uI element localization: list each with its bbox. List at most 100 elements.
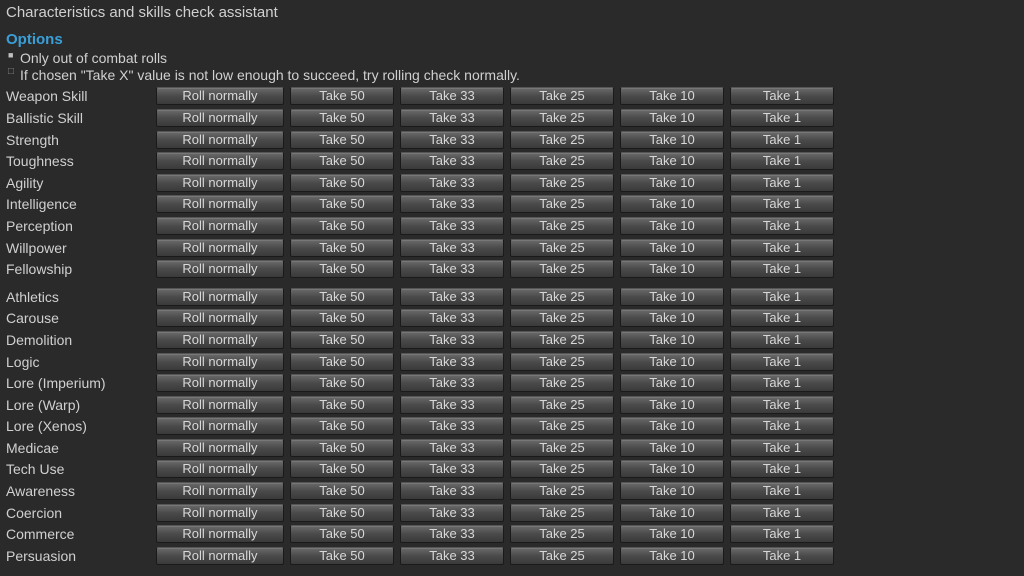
take-1-button[interactable]: Take 1: [730, 353, 834, 371]
take-10-button[interactable]: Take 10: [620, 174, 724, 192]
take-1-button[interactable]: Take 1: [730, 417, 834, 435]
roll-normally-button[interactable]: Roll normally: [156, 260, 284, 278]
take-1-button[interactable]: Take 1: [730, 288, 834, 306]
take-10-button[interactable]: Take 10: [620, 374, 724, 392]
take-25-button[interactable]: Take 25: [510, 353, 614, 371]
take-1-button[interactable]: Take 1: [730, 109, 834, 127]
take-33-button[interactable]: Take 33: [400, 239, 504, 257]
take-25-button[interactable]: Take 25: [510, 288, 614, 306]
take-33-button[interactable]: Take 33: [400, 525, 504, 543]
take-25-button[interactable]: Take 25: [510, 195, 614, 213]
take-1-button[interactable]: Take 1: [730, 482, 834, 500]
take-25-button[interactable]: Take 25: [510, 374, 614, 392]
take-33-button[interactable]: Take 33: [400, 460, 504, 478]
take-10-button[interactable]: Take 10: [620, 195, 724, 213]
take-1-button[interactable]: Take 1: [730, 87, 834, 105]
take-50-button[interactable]: Take 50: [290, 439, 394, 457]
take-10-button[interactable]: Take 10: [620, 353, 724, 371]
take-10-button[interactable]: Take 10: [620, 482, 724, 500]
take-10-button[interactable]: Take 10: [620, 87, 724, 105]
take-25-button[interactable]: Take 25: [510, 131, 614, 149]
take-25-button[interactable]: Take 25: [510, 239, 614, 257]
take-50-button[interactable]: Take 50: [290, 460, 394, 478]
take-50-button[interactable]: Take 50: [290, 195, 394, 213]
roll-normally-button[interactable]: Roll normally: [156, 417, 284, 435]
take-25-button[interactable]: Take 25: [510, 87, 614, 105]
take-25-button[interactable]: Take 25: [510, 417, 614, 435]
take-50-button[interactable]: Take 50: [290, 131, 394, 149]
take-10-button[interactable]: Take 10: [620, 525, 724, 543]
take-1-button[interactable]: Take 1: [730, 239, 834, 257]
take-1-button[interactable]: Take 1: [730, 439, 834, 457]
take-50-button[interactable]: Take 50: [290, 309, 394, 327]
take-33-button[interactable]: Take 33: [400, 152, 504, 170]
roll-normally-button[interactable]: Roll normally: [156, 309, 284, 327]
take-1-button[interactable]: Take 1: [730, 260, 834, 278]
take-50-button[interactable]: Take 50: [290, 288, 394, 306]
take-1-button[interactable]: Take 1: [730, 217, 834, 235]
take-25-button[interactable]: Take 25: [510, 547, 614, 565]
take-1-button[interactable]: Take 1: [730, 195, 834, 213]
take-10-button[interactable]: Take 10: [620, 217, 724, 235]
take-10-button[interactable]: Take 10: [620, 131, 724, 149]
roll-normally-button[interactable]: Roll normally: [156, 331, 284, 349]
take-33-button[interactable]: Take 33: [400, 504, 504, 522]
take-10-button[interactable]: Take 10: [620, 417, 724, 435]
take-33-button[interactable]: Take 33: [400, 417, 504, 435]
take-50-button[interactable]: Take 50: [290, 525, 394, 543]
take-1-button[interactable]: Take 1: [730, 547, 834, 565]
option-fallback-roll[interactable]: If chosen "Take X" value is not low enou…: [6, 67, 1018, 84]
take-10-button[interactable]: Take 10: [620, 547, 724, 565]
take-25-button[interactable]: Take 25: [510, 217, 614, 235]
take-50-button[interactable]: Take 50: [290, 217, 394, 235]
take-25-button[interactable]: Take 25: [510, 439, 614, 457]
option-only-out-of-combat[interactable]: Only out of combat rolls: [6, 50, 1018, 67]
roll-normally-button[interactable]: Roll normally: [156, 374, 284, 392]
take-10-button[interactable]: Take 10: [620, 109, 724, 127]
roll-normally-button[interactable]: Roll normally: [156, 131, 284, 149]
take-33-button[interactable]: Take 33: [400, 288, 504, 306]
take-50-button[interactable]: Take 50: [290, 504, 394, 522]
take-33-button[interactable]: Take 33: [400, 217, 504, 235]
take-50-button[interactable]: Take 50: [290, 353, 394, 371]
take-33-button[interactable]: Take 33: [400, 87, 504, 105]
take-25-button[interactable]: Take 25: [510, 260, 614, 278]
take-25-button[interactable]: Take 25: [510, 504, 614, 522]
roll-normally-button[interactable]: Roll normally: [156, 396, 284, 414]
take-33-button[interactable]: Take 33: [400, 109, 504, 127]
roll-normally-button[interactable]: Roll normally: [156, 353, 284, 371]
take-1-button[interactable]: Take 1: [730, 152, 834, 170]
roll-normally-button[interactable]: Roll normally: [156, 217, 284, 235]
take-50-button[interactable]: Take 50: [290, 417, 394, 435]
take-50-button[interactable]: Take 50: [290, 396, 394, 414]
take-1-button[interactable]: Take 1: [730, 131, 834, 149]
take-50-button[interactable]: Take 50: [290, 87, 394, 105]
roll-normally-button[interactable]: Roll normally: [156, 482, 284, 500]
take-25-button[interactable]: Take 25: [510, 331, 614, 349]
take-10-button[interactable]: Take 10: [620, 504, 724, 522]
take-1-button[interactable]: Take 1: [730, 396, 834, 414]
take-25-button[interactable]: Take 25: [510, 482, 614, 500]
roll-normally-button[interactable]: Roll normally: [156, 239, 284, 257]
take-25-button[interactable]: Take 25: [510, 525, 614, 543]
take-10-button[interactable]: Take 10: [620, 239, 724, 257]
roll-normally-button[interactable]: Roll normally: [156, 288, 284, 306]
take-10-button[interactable]: Take 10: [620, 460, 724, 478]
take-1-button[interactable]: Take 1: [730, 309, 834, 327]
take-1-button[interactable]: Take 1: [730, 374, 834, 392]
take-33-button[interactable]: Take 33: [400, 547, 504, 565]
take-1-button[interactable]: Take 1: [730, 460, 834, 478]
take-33-button[interactable]: Take 33: [400, 174, 504, 192]
take-33-button[interactable]: Take 33: [400, 374, 504, 392]
take-50-button[interactable]: Take 50: [290, 239, 394, 257]
roll-normally-button[interactable]: Roll normally: [156, 504, 284, 522]
take-10-button[interactable]: Take 10: [620, 309, 724, 327]
take-33-button[interactable]: Take 33: [400, 131, 504, 149]
take-10-button[interactable]: Take 10: [620, 396, 724, 414]
roll-normally-button[interactable]: Roll normally: [156, 109, 284, 127]
take-50-button[interactable]: Take 50: [290, 152, 394, 170]
take-50-button[interactable]: Take 50: [290, 109, 394, 127]
take-33-button[interactable]: Take 33: [400, 309, 504, 327]
take-25-button[interactable]: Take 25: [510, 396, 614, 414]
roll-normally-button[interactable]: Roll normally: [156, 174, 284, 192]
